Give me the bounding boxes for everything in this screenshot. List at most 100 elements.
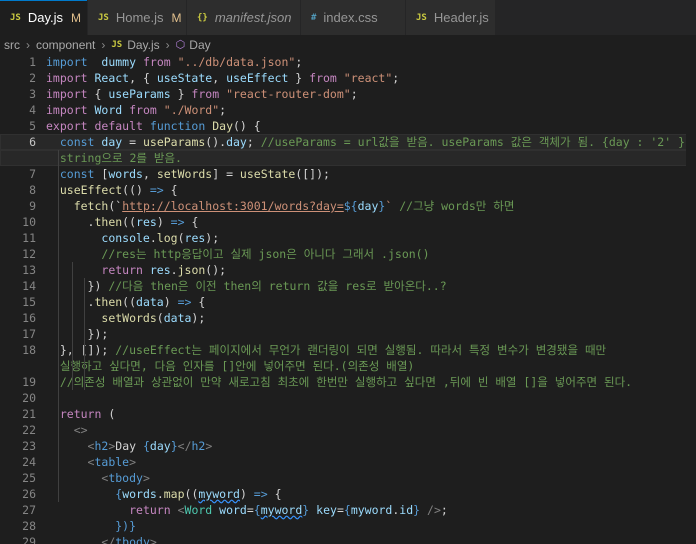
code-line[interactable]: 28 })} <box>0 518 696 534</box>
code-text: return res.json(); <box>101 263 227 277</box>
line-number: 12 <box>22 247 36 261</box>
code-text: import { useParams } from "react-router-… <box>46 87 358 101</box>
code-line[interactable]: 18 }, []); //useEffect는 페이지에서 무언가 랜더링이 되… <box>0 342 696 358</box>
line-number: 4 <box>29 103 36 117</box>
code-line[interactable]: 12 //res는 http응답이고 실제 json은 아니다 그래서 .jso… <box>0 246 696 262</box>
tab-day-js[interactable]: JS Day.js M <box>0 0 88 35</box>
line-number <box>0 358 36 374</box>
line-number: 14 <box>22 279 36 293</box>
line-number: 25 <box>22 471 36 485</box>
code-text: //res는 http응답이고 실제 json은 아니다 그래서 .json() <box>101 247 430 261</box>
line-number <box>0 150 36 166</box>
code-line[interactable]: 실행하고 싶다면, 다음 인자를 []안에 넣어주면 된다.(의존성 배열) <box>0 358 696 374</box>
code-text: <tbody> <box>101 471 150 485</box>
code-line[interactable]: 15 .then((data) => { <box>0 294 696 310</box>
code-text: return ( <box>59 407 116 421</box>
indent-guide <box>58 150 59 502</box>
code-text: useEffect(() => { <box>59 183 178 197</box>
editor-tabs: JS Day.js M JS Home.js M {} manifest.json # index… <box>0 0 696 35</box>
code-line[interactable]: 10 .then((res) => { <box>0 214 696 230</box>
line-number: 17 <box>22 327 36 341</box>
code-line[interactable]: 7 const [words, setWords] = useState([])… <box>0 166 696 182</box>
code-text: //의존성 배열과 상관없이 만약 새로고침 최초에 한번만 실행하고 싶다면 … <box>59 375 633 389</box>
line-number: 19 <box>22 375 36 389</box>
code-text: }, []); //useEffect는 페이지에서 무언가 랜더링이 되면 실… <box>46 343 607 357</box>
tab-manifest-json[interactable]: {} manifest.json <box>187 0 301 35</box>
code-text: .then((data) => { <box>46 295 206 309</box>
breadcrumb-symbol[interactable]: Day <box>189 38 210 52</box>
tab-label: Day.js <box>27 10 63 25</box>
breadcrumb-component[interactable]: component <box>36 38 95 52</box>
code-text: const day = useParams().day; //useParams… <box>59 135 686 149</box>
code-line[interactable]: 1 import dummy from "../db/data.json"; <box>0 54 696 70</box>
tab-label: Home.js <box>115 10 164 25</box>
code-text: <h2>Day {day}</h2> <box>87 439 213 453</box>
js-file-icon: JS <box>10 12 21 23</box>
modified-badge: M <box>71 10 81 25</box>
breadcrumb: src › component › JS Day.js › ⬡ Day <box>0 35 696 54</box>
code-line[interactable]: 17 }); <box>0 326 696 342</box>
line-number: 2 <box>29 71 36 85</box>
line-number: 1 <box>29 55 36 69</box>
code-line[interactable]: string으로 2를 받음. <box>0 150 696 166</box>
line-number: 7 <box>29 167 36 181</box>
code-line[interactable]: 9 fetch(`http://localhost:3001/words?day… <box>0 198 696 214</box>
code-text: </tbody> <box>101 535 157 544</box>
code-line[interactable]: 11 console.log(res); <box>0 230 696 246</box>
code-line[interactable]: 6 const day = useParams().day; //usePara… <box>0 134 696 150</box>
indent-guide <box>84 278 85 390</box>
tab-home-js[interactable]: JS Home.js M <box>88 0 187 35</box>
code-line[interactable]: 25 <tbody> <box>0 470 696 486</box>
code-text: {words.map((myword) => { <box>115 487 282 501</box>
code-line[interactable]: 14 }) //다음 then은 이전 then의 return 값을 res로… <box>0 278 696 294</box>
line-number: 27 <box>22 503 36 517</box>
code-line[interactable]: 29 </tbody> <box>0 534 696 544</box>
code-line[interactable]: 22 <> <box>0 422 696 438</box>
code-line[interactable]: 27 return <Word word={myword} key={mywor… <box>0 502 696 518</box>
js-file-icon: JS <box>416 12 427 23</box>
line-number: 21 <box>22 407 36 421</box>
code-text: })} <box>115 519 137 533</box>
json-file-icon: {} <box>197 12 208 23</box>
code-line[interactable]: 16 setWords(data); <box>0 310 696 326</box>
code-line[interactable]: 21 return ( <box>0 406 696 422</box>
line-number: 10 <box>22 215 36 229</box>
code-text: setWords(data); <box>101 311 206 325</box>
code-line[interactable]: 26 {words.map((myword) => { <box>0 486 696 502</box>
js-file-icon: JS <box>98 12 109 23</box>
line-number: 23 <box>22 439 36 453</box>
line-number: 3 <box>29 87 36 101</box>
code-line[interactable]: 5 export default function Day() { <box>0 118 696 134</box>
editor-scrollbar[interactable] <box>686 54 696 544</box>
line-number: 13 <box>22 263 36 277</box>
code-editor[interactable]: 1 import dummy from "../db/data.json"; 2 im… <box>0 54 696 544</box>
modified-badge: M <box>171 10 182 25</box>
tab-index-css[interactable]: # index.css <box>301 0 406 35</box>
tab-header-js[interactable]: JS Header.js <box>406 0 496 35</box>
css-file-icon: # <box>311 12 317 23</box>
breadcrumb-src[interactable]: src <box>4 38 20 52</box>
code-line[interactable]: 20 <box>0 390 696 406</box>
line-number: 29 <box>22 535 36 544</box>
code-text: return <Word word={myword} key={myword.i… <box>129 503 448 517</box>
code-text: <> <box>73 423 88 437</box>
code-line[interactable]: 13 return res.json(); <box>0 262 696 278</box>
code-text: 실행하고 싶다면, 다음 인자를 []안에 넣어주면 된다.(의존성 배열) <box>46 359 415 373</box>
code-line[interactable]: 23 <h2>Day {day}</h2> <box>0 438 696 454</box>
code-line[interactable]: 19 //의존성 배열과 상관없이 만약 새로고침 최초에 한번만 실행하고 싶… <box>0 374 696 390</box>
line-number: 8 <box>29 183 36 197</box>
function-symbol-icon: ⬡ <box>175 39 186 51</box>
code-line[interactable]: 24 <table> <box>0 454 696 470</box>
code-text: .then((res) => { <box>46 215 199 229</box>
code-line[interactable]: 4 import Word from "./Word"; <box>0 102 696 118</box>
code-line[interactable]: 8 useEffect(() => { <box>0 182 696 198</box>
breadcrumb-file[interactable]: Day.js <box>127 38 159 52</box>
indent-guide <box>72 262 73 390</box>
code-line[interactable]: 2 import React, { useState, useEffect } f… <box>0 70 696 86</box>
code-text: }) //다음 then은 이전 then의 return 값을 res로 받아… <box>46 279 447 293</box>
code-text: const [words, setWords] = useState([]); <box>59 167 330 181</box>
code-line[interactable]: 3 import { useParams } from "react-router… <box>0 86 696 102</box>
line-number: 9 <box>29 199 36 213</box>
code-text: import React, { useState, useEffect } fr… <box>46 71 400 85</box>
line-number: 15 <box>22 295 36 309</box>
